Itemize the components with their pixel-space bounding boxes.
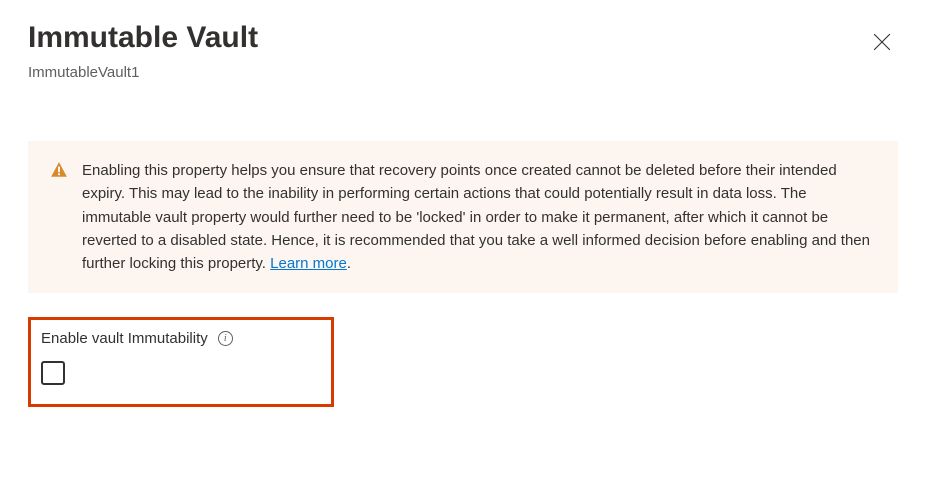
learn-more-link[interactable]: Learn more — [270, 255, 347, 272]
enable-immutability-label: Enable vault Immutability — [41, 330, 208, 347]
warning-banner: Enabling this property helps you ensure … — [28, 141, 898, 293]
close-button[interactable] — [866, 26, 898, 58]
enable-immutability-section: Enable vault Immutability i — [28, 317, 334, 407]
warning-text: Enabling this property helps you ensure … — [82, 159, 876, 275]
page-subtitle: ImmutableVault1 — [28, 64, 898, 81]
enable-immutability-checkbox[interactable] — [41, 361, 65, 385]
warning-icon — [50, 161, 68, 179]
page-title: Immutable Vault — [28, 20, 258, 56]
warning-message: Enabling this property helps you ensure … — [82, 162, 870, 272]
info-icon[interactable]: i — [218, 331, 233, 346]
close-icon — [873, 33, 891, 51]
